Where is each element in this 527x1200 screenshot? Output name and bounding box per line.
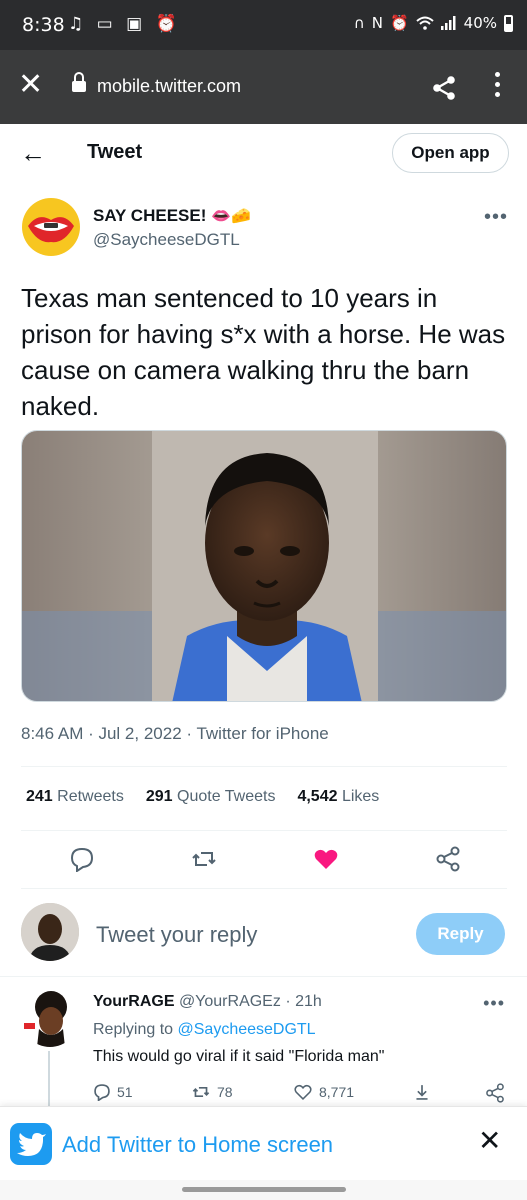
reply-time: · 21h	[285, 993, 322, 1010]
likes-stat[interactable]: 4,542 Likes	[297, 788, 379, 806]
status-bar: 8:38 ♫ ▭ ▣ ⏰ ∩ N ⏰ 40%	[0, 0, 527, 50]
wifi-icon	[415, 16, 434, 30]
retweets-stat[interactable]: 241 Retweets	[26, 788, 124, 806]
back-arrow-icon[interactable]: ←	[20, 138, 46, 169]
avatar[interactable]	[22, 198, 80, 256]
download-icon	[416, 1085, 428, 1100]
reply-button[interactable]: Reply	[416, 913, 505, 955]
retweet-icon[interactable]	[191, 846, 217, 872]
share-icon[interactable]	[430, 74, 458, 102]
more-vertical-icon[interactable]	[493, 72, 501, 102]
tweet-header: ← Tweet Open app	[0, 124, 527, 182]
battery-percent: 40%	[463, 14, 497, 32]
replying-to-handle[interactable]: @SaycheeseDGTL	[178, 1021, 316, 1038]
tweet-author: SAY CHEESE! 👄🧀 @SaycheeseDGTL •••	[22, 198, 512, 262]
more-horizontal-icon[interactable]: •••	[484, 206, 508, 229]
url-text[interactable]: mobile.twitter.com	[97, 76, 241, 97]
headset-icon: ∩	[353, 14, 365, 32]
reply-tweet[interactable]: YourRAGE @YourRAGEz · 21h ••• Replying t…	[0, 985, 527, 1107]
reply-text: This would go viral if it said "Florida …	[93, 1048, 385, 1065]
author-handle[interactable]: @SaycheeseDGTL	[93, 230, 240, 250]
reply-author-name[interactable]: YourRAGE	[93, 993, 174, 1010]
replying-to: Replying to @SaycheeseDGTL	[93, 1021, 316, 1038]
cast-icon: ▭	[96, 14, 117, 34]
reply-author-handle[interactable]: @YourRAGEz	[179, 993, 281, 1010]
close-icon[interactable]: ✕	[18, 70, 43, 100]
nfc-icon: N	[371, 14, 383, 32]
divider	[21, 888, 507, 889]
like-icon[interactable]	[313, 846, 339, 872]
avatar[interactable]	[21, 989, 79, 1047]
user-avatar[interactable]	[21, 903, 79, 961]
author-emoji: 👄🧀	[211, 208, 251, 225]
share-icon[interactable]	[435, 846, 461, 872]
reply-reply-action[interactable]: 51	[93, 1083, 133, 1101]
reply-composer: Tweet your reply Reply	[0, 900, 527, 976]
page-title: Tweet	[87, 141, 143, 163]
mugshot-photo	[22, 431, 506, 701]
twitter-logo-icon	[10, 1123, 52, 1165]
navigation-bar	[0, 1180, 527, 1200]
image-icon: ▣	[126, 14, 147, 34]
quote-tweets-stat[interactable]: 291 Quote Tweets	[146, 788, 276, 806]
gesture-handle[interactable]	[182, 1187, 346, 1192]
status-left-icons: ♫ ▭ ▣ ⏰	[68, 14, 181, 34]
alarm-off-icon: ⏰	[155, 14, 181, 34]
reply-icon	[94, 1084, 110, 1101]
battery-icon	[504, 14, 513, 32]
yourrage-avatar-art	[21, 989, 79, 1047]
reply-input[interactable]: Tweet your reply	[96, 922, 257, 948]
divider	[21, 830, 507, 831]
reply-share-action[interactable]	[485, 1083, 505, 1103]
thread-line	[48, 1051, 50, 1107]
reply-header: YourRAGE @YourRAGEz · 21h	[93, 993, 322, 1011]
add-to-home-label[interactable]: Add Twitter to Home screen	[62, 1132, 333, 1158]
browser-bar: ✕ mobile.twitter.com	[0, 50, 527, 124]
user-photo	[21, 903, 79, 961]
open-app-button[interactable]: Open app	[392, 133, 509, 173]
share-icon	[486, 1083, 504, 1103]
music-icon: ♫	[68, 14, 88, 34]
close-icon[interactable]: ✕	[478, 1127, 501, 1155]
tweet-text: Texas man sentenced to 10 years in priso…	[21, 283, 506, 421]
author-name[interactable]: SAY CHEESE! 👄🧀	[93, 206, 251, 226]
signal-icon	[440, 16, 456, 30]
reply-like-action[interactable]: 8,771	[293, 1083, 354, 1101]
divider	[0, 976, 527, 977]
more-horizontal-icon[interactable]: •••	[483, 993, 505, 1014]
reply-retweet-action[interactable]: 78	[191, 1083, 233, 1101]
divider	[21, 766, 507, 767]
status-time: 8:38	[22, 14, 65, 36]
alarm-icon: ⏰	[389, 14, 409, 32]
status-right-icons: ∩ N ⏰ 40%	[354, 14, 513, 32]
like-outline-icon	[294, 1084, 312, 1101]
reply-actions: 51 78 8,771	[93, 1083, 513, 1107]
tweet-actions	[21, 840, 507, 880]
reply-icon[interactable]	[69, 846, 95, 872]
tweet-timestamp[interactable]: 8:46 AM · Jul 2, 2022 · Twitter for iPho…	[21, 724, 329, 744]
retweet-icon	[192, 1087, 210, 1097]
tweet-image[interactable]	[21, 430, 507, 702]
lips-logo-icon	[28, 217, 74, 243]
reply-download-action[interactable]	[413, 1083, 431, 1101]
tweet-stats: 241 Retweets 291 Quote Tweets 4,542 Like…	[26, 788, 379, 806]
lock-icon	[72, 72, 86, 94]
add-to-home-banner: Add Twitter to Home screen ✕	[0, 1106, 527, 1180]
